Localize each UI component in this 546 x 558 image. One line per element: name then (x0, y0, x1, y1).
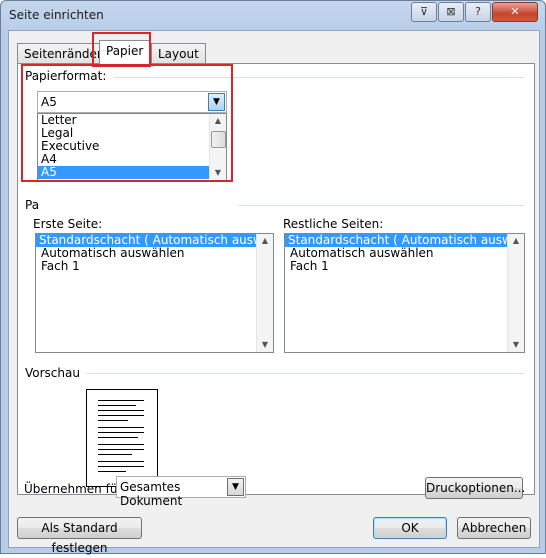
preview-line (98, 437, 138, 438)
preview-line (98, 420, 128, 421)
apply-to-label-text: Übernehmen für: (24, 482, 127, 496)
paper-source-label: Pa (25, 198, 40, 212)
page-preview (86, 389, 158, 487)
other-pages-scrollbar[interactable]: ▲ ▼ (507, 234, 524, 352)
chevron-down-icon[interactable]: ▼ (227, 478, 244, 496)
first-page-label: Erste Seite: (33, 217, 103, 231)
other-pages-list[interactable]: Standardschacht ( Automatisch auswählen)… (284, 233, 525, 353)
preview-line (98, 432, 144, 433)
preview-label: Vorschau (25, 366, 80, 380)
preview-line (98, 444, 144, 445)
print-options-button[interactable]: Druckoptionen... (425, 477, 525, 499)
other-pages-item[interactable]: Fach 1 (285, 260, 524, 273)
preview-line (98, 427, 144, 428)
scroll-down-icon[interactable]: ▼ (257, 338, 273, 352)
set-default-button[interactable]: Als Standard festlegen (17, 517, 142, 555)
scroll-down-icon[interactable]: ▼ (508, 338, 524, 352)
highlight-paper-format-box (21, 64, 233, 182)
preview-line (98, 454, 132, 455)
preview-line (98, 410, 144, 411)
separator (238, 205, 524, 206)
preview-line (98, 449, 144, 450)
preview-line (98, 405, 136, 406)
ok-button[interactable]: OK (373, 517, 447, 539)
separator (86, 373, 524, 374)
preview-line (98, 415, 144, 416)
collapse-button[interactable]: ⊽ (411, 2, 437, 22)
help-button[interactable]: ? (465, 2, 491, 22)
preview-line (98, 471, 126, 472)
dialog-window: Seite einrichten ⊽ ⊠ ? ✕ Seitenränder Pa… (0, 0, 546, 555)
preview-line (98, 400, 144, 401)
first-page-list[interactable]: Standardschacht ( Automatisch auswählen)… (35, 233, 274, 353)
window-title: Seite einrichten (9, 8, 104, 22)
first-page-scrollbar[interactable]: ▲ ▼ (256, 234, 273, 352)
other-pages-label: Restliche Seiten: (283, 217, 384, 231)
highlight-tab-box (92, 32, 151, 67)
dialog-client: Seitenränder Papier Layout Papierformat:… (8, 30, 540, 555)
first-page-item[interactable]: Fach 1 (36, 260, 273, 273)
cancel-button[interactable]: Abbrechen (457, 517, 531, 539)
tab-layout[interactable]: Layout (151, 43, 206, 64)
close-button[interactable]: ✕ (492, 2, 538, 22)
tab-panel-papier: Papierformat: A5 ▼ Letter Legal Executiv… (17, 63, 535, 495)
preview-line (98, 466, 144, 467)
maximize-button[interactable]: ⊠ (438, 2, 464, 22)
apply-to-dropdown[interactable]: Gesamtes Dokument ▼ (116, 476, 246, 508)
scroll-up-icon[interactable]: ▲ (508, 234, 524, 248)
scroll-up-icon[interactable]: ▲ (257, 234, 273, 248)
preview-line (98, 461, 144, 462)
